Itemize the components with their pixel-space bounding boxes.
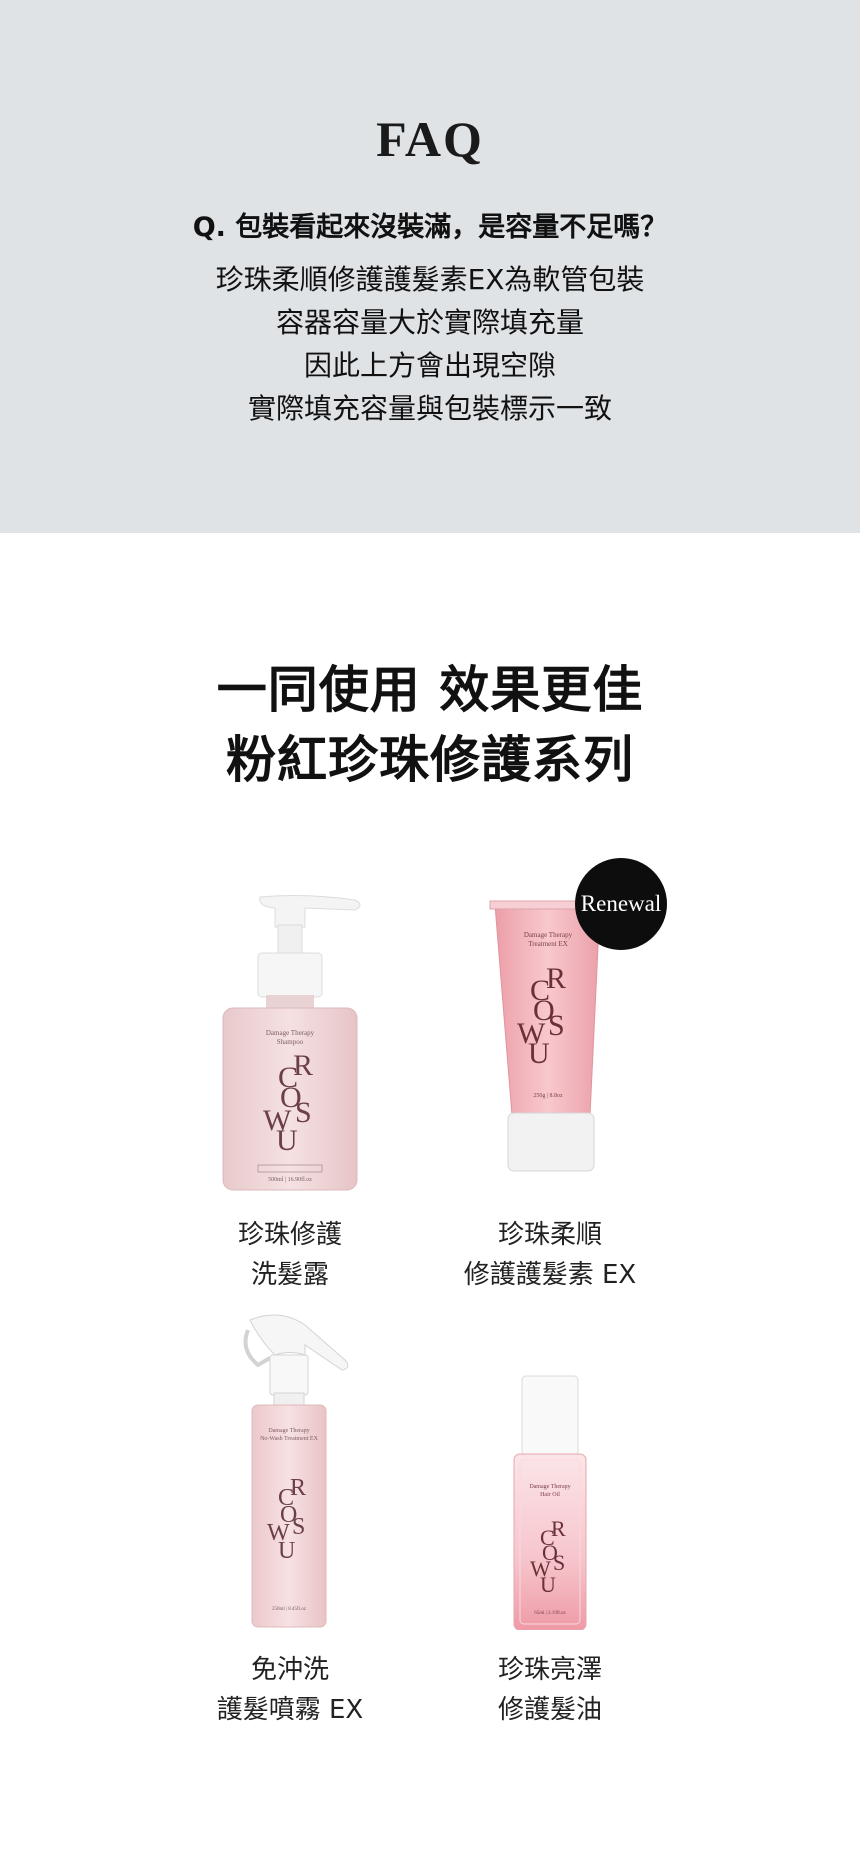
svg-text:R: R (546, 962, 566, 995)
product-volume: 65ml | 2.19fl.oz (534, 1611, 566, 1616)
product-card-hair-oil[interactable]: Damage Therapy Hair Oil C R O W S U 65ml… (390, 1310, 710, 1730)
oil-bottle-icon: Damage Therapy Hair Oil C R O W S U 65ml… (513, 1375, 587, 1631)
product-name-line: 修護護髮素 EX (463, 1260, 637, 1290)
faq-answer-line: 實際填充容量與包裝標示一致 (247, 392, 612, 425)
series-headline: 一同使用 效果更佳 粉紅珍珠修護系列 (0, 655, 860, 795)
svg-text:U: U (528, 1037, 550, 1070)
product-name-line: 珍珠柔順 (497, 1220, 602, 1250)
product-label-line: Damage Therapy (524, 931, 573, 939)
product-label-line: Treatment EX (528, 940, 568, 948)
headline-line: 一同使用 效果更佳 (216, 661, 644, 719)
svg-text:S: S (292, 1514, 305, 1540)
faq-section: FAQ Q. 包裝看起來沒裝滿，是容量不足嗎？ 珍珠柔順修護護髮素EX為軟管包裝… (0, 0, 860, 533)
faq-title: FAQ (376, 111, 484, 167)
product-label-line: Damage Therapy (529, 1484, 570, 1490)
product-name-line: 珍珠亮澤 (497, 1655, 602, 1685)
product-label-line: Damage Therapy (268, 1428, 309, 1434)
product-label-line: No-Wash Treatment EX (260, 1436, 319, 1442)
product-name-line: 修護髮油 (497, 1695, 602, 1725)
product-card-treatment[interactable]: Damage Therapy Treatment EX C R O W S U … (390, 858, 710, 1295)
treatment-tube-image: Damage Therapy Treatment EX C R O W S U … (390, 858, 710, 1195)
product-label-line: Hair Oil (540, 1492, 560, 1498)
svg-text:U: U (278, 1538, 295, 1564)
faq-answer-line: 因此上方會出現空隙 (303, 349, 556, 382)
svg-text:R: R (293, 1049, 313, 1082)
svg-text:R: R (551, 1516, 566, 1541)
svg-text:R: R (290, 1475, 306, 1501)
svg-text:S: S (548, 1009, 565, 1042)
faq-question: Q. 包裝看起來沒裝滿，是容量不足嗎？ (192, 212, 668, 243)
product-label-line: Shampoo (277, 1038, 304, 1046)
headline-line: 粉紅珍珠修護系列 (226, 731, 634, 789)
product-volume: 250ml | 8.45fl.oz (272, 1607, 307, 1612)
svg-text:U: U (276, 1124, 298, 1157)
faq-answer-line: 珍珠柔順修護護髮素EX為軟管包裝 (215, 263, 645, 296)
product-volume: 250g | 8.8oz (533, 1093, 563, 1099)
hair-oil-image: Damage Therapy Hair Oil C R O W S U 65ml… (390, 1310, 710, 1631)
renewal-badge: Renewal (575, 858, 667, 950)
product-volume: 500ml | 16.90fl.oz (268, 1176, 312, 1183)
svg-text:U: U (540, 1572, 556, 1597)
faq-answer: 珍珠柔順修護護髮素EX為軟管包裝 容器容量大於實際填充量 因此上方會出現空隙 實… (0, 258, 860, 430)
faq-answer-line: 容器容量大於實際填充量 (275, 306, 584, 339)
product-label-line: Damage Therapy (266, 1029, 315, 1037)
